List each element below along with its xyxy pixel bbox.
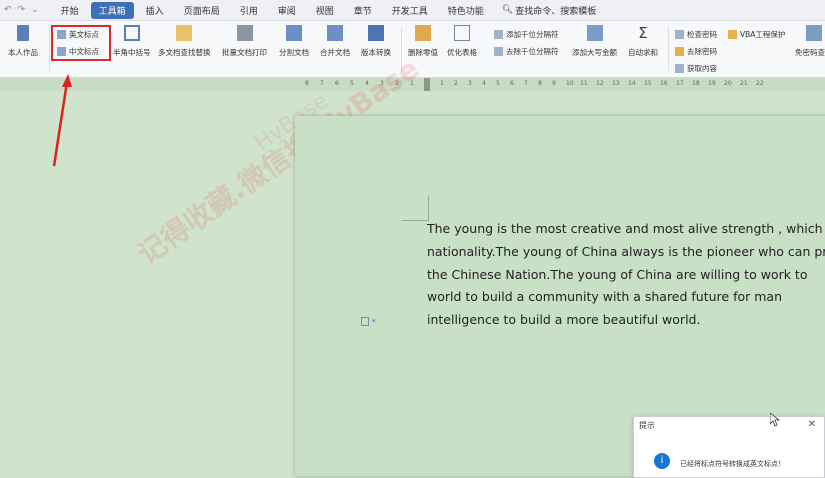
close-icon[interactable]: ✕ [808,419,816,430]
document-line: nationality.The young of China always is… [427,243,825,259]
margin-corner-marker [402,196,429,221]
document-body[interactable]: The young is the most creative and most … [427,221,825,335]
prompt-dialog: 提示 ✕ i 已经将标点符号转换成英文标点！ [633,416,825,478]
dialog-title: 提示 [639,421,655,430]
info-icon: i [654,453,670,469]
document-line: world to build a community with a shared… [427,289,782,305]
document-line: intelligence to build a more beautiful w… [427,312,701,328]
dialog-message: 已经将标点符号转换成英文标点！ [680,460,785,468]
document-line: The young is the most creative and most … [427,221,823,236]
mouse-cursor-icon [770,413,780,427]
paragraph-marker-icon[interactable] [361,317,369,326]
document-line: the Chinese Nation.The young of China ar… [427,266,808,282]
paragraph-marker-dropdown-icon[interactable]: ▾ [372,317,376,325]
